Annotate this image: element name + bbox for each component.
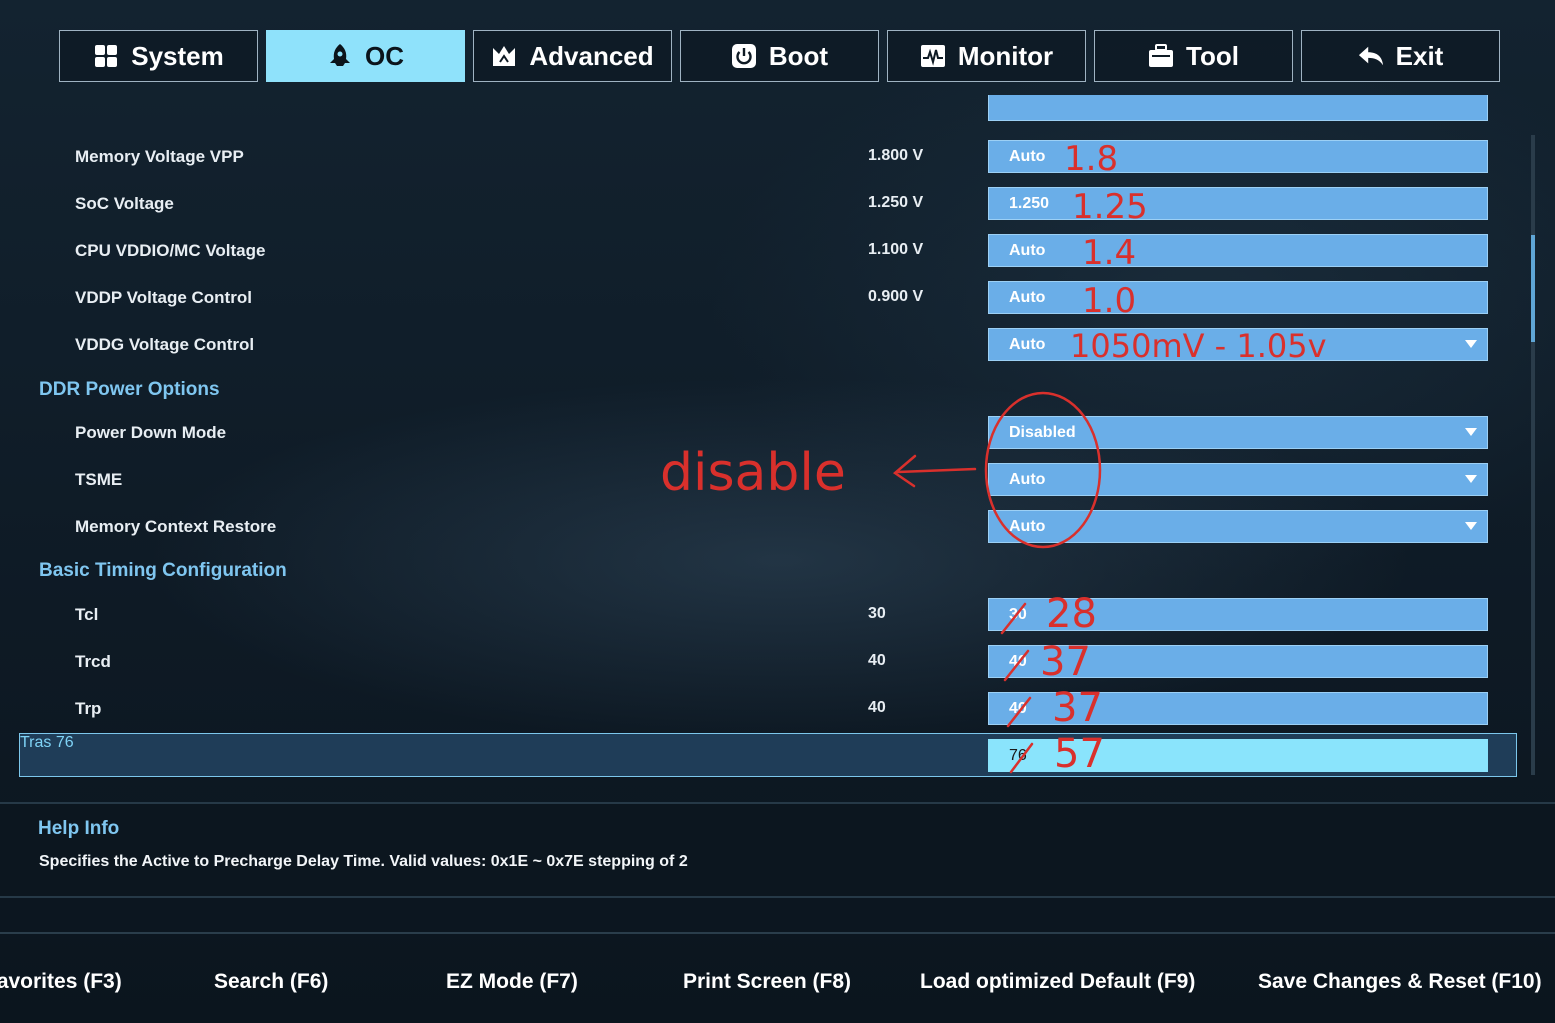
setting-row-vddp[interactable]: VDDP Voltage Control 0.900 V Auto: [0, 276, 1520, 320]
setting-row-trp[interactable]: Trp 40 40: [0, 687, 1520, 731]
load-default-button[interactable]: Load optimized Default (F9): [920, 970, 1195, 994]
settings-panel: Memory Voltage VPP 1.800 V Auto SoC Volt…: [0, 95, 1540, 790]
scrollbar-track[interactable]: [1531, 135, 1535, 775]
setting-label: VDDP Voltage Control: [75, 288, 252, 307]
current-value: 30: [868, 605, 886, 622]
tras-input[interactable]: 76: [988, 739, 1488, 772]
tab-oc[interactable]: OC: [266, 30, 465, 82]
setting-label: Trcd: [75, 652, 111, 671]
tab-label: Tool: [1186, 40, 1239, 71]
tab-advanced[interactable]: Advanced: [473, 30, 672, 82]
chevron-down-icon: [1465, 522, 1477, 530]
power-down-dropdown[interactable]: Disabled: [988, 416, 1488, 449]
vddp-input[interactable]: Auto: [988, 281, 1488, 314]
tab-label: Monitor: [957, 40, 1054, 71]
soc-input[interactable]: 1.250: [988, 187, 1488, 220]
trcd-input[interactable]: 40: [988, 645, 1488, 678]
mcr-dropdown[interactable]: Auto: [988, 510, 1488, 543]
setting-row-vddg[interactable]: VDDG Voltage Control Auto: [0, 323, 1520, 367]
tab-monitor[interactable]: Monitor: [887, 30, 1086, 82]
current-value: 40: [868, 699, 886, 716]
setting-label: Trp: [75, 699, 102, 718]
power-icon: [731, 43, 757, 69]
setting-row-trcd[interactable]: Trcd 40 40: [0, 640, 1520, 684]
scrollbar-thumb[interactable]: [1531, 235, 1535, 342]
setting-row-vddio[interactable]: CPU VDDIO/MC Voltage 1.100 V Auto: [0, 229, 1520, 273]
setting-label: Memory Context Restore: [75, 517, 277, 536]
field-value: Auto: [1009, 518, 1046, 535]
field-value: Auto: [1009, 289, 1046, 306]
crown-icon: [491, 43, 517, 69]
setting-row-tras-selected[interactable]: Tras 76 76: [19, 733, 1517, 777]
field-value: Auto: [1009, 471, 1046, 488]
current-value: 76: [55, 734, 74, 751]
footer-bar: Favorites (F3) Search (F6) EZ Mode (F7) …: [0, 930, 1555, 1023]
field-value: 40: [1009, 700, 1027, 717]
field-value: Auto: [1009, 148, 1046, 165]
rocket-icon: [327, 43, 353, 69]
search-button[interactable]: Search (F6): [214, 970, 328, 994]
current-value: 1.250 V: [868, 194, 924, 211]
value-field-cut[interactable]: [988, 95, 1488, 121]
field-value: 76: [1009, 747, 1027, 764]
setting-label: Tras: [20, 734, 52, 751]
setting-row-cut: [0, 95, 1520, 127]
setting-label: CPU VDDIO/MC Voltage: [75, 241, 266, 260]
setting-row-tcl[interactable]: Tcl 30 30: [0, 593, 1520, 637]
tab-label: Boot: [768, 40, 829, 71]
back-arrow-icon: [1358, 43, 1384, 69]
field-value: 30: [1009, 606, 1027, 623]
tab-system[interactable]: System: [59, 30, 258, 82]
tab-label: OC: [365, 40, 404, 71]
tab-label: Advanced: [529, 40, 654, 71]
field-value: Disabled: [1009, 424, 1076, 441]
section-basic-timing: Basic Timing Configuration: [39, 560, 287, 581]
vpp-input[interactable]: Auto: [988, 140, 1488, 173]
setting-label: Power Down Mode: [75, 423, 227, 442]
help-title: Help Info: [38, 818, 120, 839]
setting-label: SoC Voltage: [75, 194, 174, 213]
setting-label: Memory Voltage VPP: [75, 147, 244, 166]
grid-icon: [93, 43, 119, 69]
setting-label: Tcl: [75, 605, 99, 624]
favorites-button[interactable]: Favorites (F3): [0, 970, 122, 994]
setting-row-soc[interactable]: SoC Voltage 1.250 V 1.250: [0, 182, 1520, 226]
toolbox-icon: [1148, 43, 1174, 69]
current-value: 40: [868, 652, 886, 669]
help-text: Specifies the Active to Precharge Delay …: [39, 853, 688, 870]
tab-boot[interactable]: Boot: [680, 30, 879, 82]
trp-input[interactable]: 40: [988, 692, 1488, 725]
help-panel: Help Info Specifies the Active to Precha…: [0, 802, 1555, 898]
tab-label: System: [131, 40, 224, 71]
setting-row-power-down[interactable]: Power Down Mode Disabled: [0, 411, 1520, 455]
current-value: 1.800 V: [868, 147, 924, 164]
pulse-icon: [920, 43, 946, 69]
current-value: 0.900 V: [868, 288, 924, 305]
vddg-dropdown[interactable]: Auto: [988, 328, 1488, 361]
vddio-input[interactable]: Auto: [988, 234, 1488, 267]
chevron-down-icon: [1465, 340, 1477, 348]
setting-row-mcr[interactable]: Memory Context Restore Auto: [0, 505, 1520, 549]
tsme-dropdown[interactable]: Auto: [988, 463, 1488, 496]
setting-row-tsme[interactable]: TSME Auto: [0, 458, 1520, 502]
setting-label: TSME: [75, 470, 123, 489]
chevron-down-icon: [1465, 475, 1477, 483]
setting-row-vpp[interactable]: Memory Voltage VPP 1.800 V Auto: [0, 135, 1520, 179]
field-value: 40: [1009, 653, 1027, 670]
print-screen-button[interactable]: Print Screen (F8): [683, 970, 851, 994]
tab-label: Exit: [1395, 40, 1444, 71]
tab-tool[interactable]: Tool: [1094, 30, 1293, 82]
tab-exit[interactable]: Exit: [1301, 30, 1500, 82]
chevron-down-icon: [1465, 428, 1477, 436]
field-value: Auto: [1009, 242, 1046, 259]
field-value: Auto: [1009, 336, 1046, 353]
current-value: 1.100 V: [868, 241, 924, 258]
tcl-input[interactable]: 30: [988, 598, 1488, 631]
section-ddr-power: DDR Power Options: [39, 379, 220, 400]
ez-mode-button[interactable]: EZ Mode (F7): [446, 970, 578, 994]
setting-label: VDDG Voltage Control: [75, 335, 255, 354]
field-value: 1.250: [1009, 195, 1050, 212]
save-reset-button[interactable]: Save Changes & Reset (F10): [1258, 970, 1542, 994]
